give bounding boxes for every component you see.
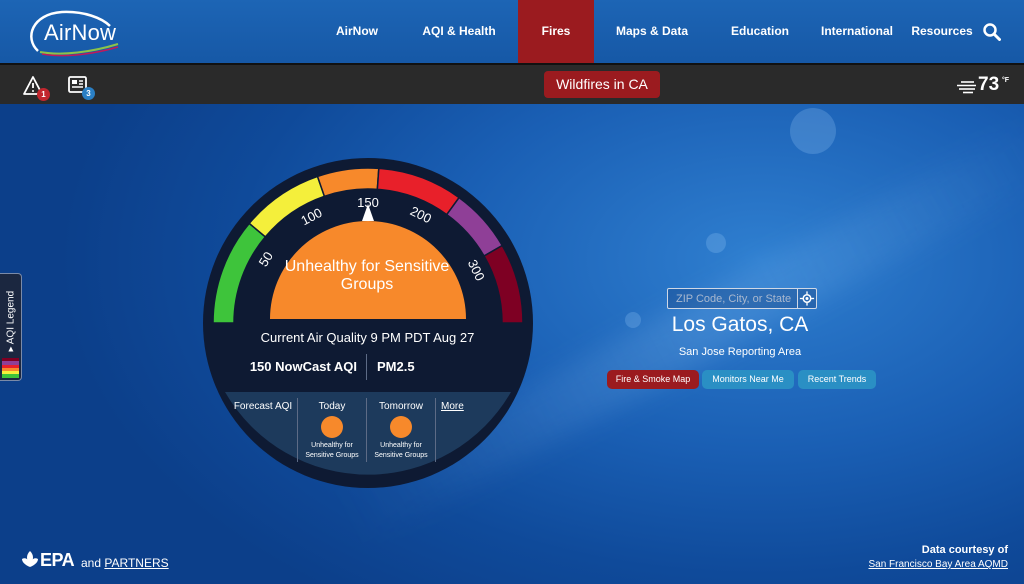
background-lens-flare bbox=[706, 233, 726, 253]
aqi-color-strip bbox=[2, 358, 19, 378]
aqi-legend-tab[interactable]: ▸ AQI Legend bbox=[0, 273, 22, 381]
partners-link[interactable]: PARTNERS bbox=[104, 556, 168, 570]
location-city: Los Gatos, CA bbox=[671, 313, 809, 336]
nowcast-aqi-value: 150 NowCast AQI bbox=[249, 359, 357, 374]
epa-partners: and PARTNERS bbox=[81, 556, 169, 570]
epa-logo-text[interactable]: EPA bbox=[40, 550, 75, 571]
wind-icon bbox=[957, 81, 976, 94]
nav-education[interactable]: Education bbox=[720, 0, 800, 63]
nav-airnow[interactable]: AirNow bbox=[320, 0, 394, 63]
forecast-tomorrow-dot bbox=[390, 416, 412, 438]
reporting-area: San Jose Reporting Area bbox=[678, 346, 802, 358]
data-courtesy-label: Data courtesy of bbox=[921, 544, 1008, 556]
aqi-legend-text: AQI Legend bbox=[5, 290, 17, 345]
nav-maps-data[interactable]: Maps & Data bbox=[608, 0, 696, 63]
forecast-aqi-label: Forecast AQI bbox=[233, 401, 293, 412]
forecast-today-label: Today bbox=[318, 401, 346, 412]
forecast-tomorrow-category: Unhealthy for Sensitive Groups bbox=[374, 442, 428, 459]
search-icon[interactable] bbox=[983, 23, 1001, 41]
temperature-value: 73 bbox=[978, 74, 1000, 95]
nav-resources[interactable]: Resources bbox=[908, 0, 976, 63]
crosshair-locate-icon[interactable] bbox=[797, 289, 816, 308]
chevron-circle-icon: ▸ bbox=[5, 346, 17, 352]
background-lens-flare bbox=[790, 108, 836, 154]
forecast-today-category: Unhealthy for Sensitive Groups bbox=[305, 442, 359, 459]
gauge-category-label: Unhealthy for Sensitive Groups bbox=[284, 258, 450, 293]
wildfires-button[interactable]: Wildfires in CA bbox=[544, 71, 660, 98]
alerts-bar: 1 3 Wildfires in CA 73 °F bbox=[0, 63, 1024, 104]
current-air-quality-label: Current Air Quality 9 PM PDT Aug 27 bbox=[260, 330, 475, 345]
forecast-today-dot bbox=[321, 416, 343, 438]
fire-smoke-map-button[interactable]: Fire & Smoke Map bbox=[607, 370, 699, 389]
epa-flower-icon bbox=[22, 551, 38, 567]
top-navigation: AirNow AirNow AQI & Health Fires Maps & … bbox=[0, 0, 1024, 63]
nav-aqi-health[interactable]: AQI & Health bbox=[414, 0, 504, 63]
aqi-legend-label: ▸ AQI Legend bbox=[5, 291, 17, 352]
background-lens-flare bbox=[625, 312, 641, 328]
pollutant-name: PM2.5 bbox=[377, 359, 415, 374]
data-courtesy-link[interactable]: San Francisco Bay Area AQMD bbox=[868, 559, 1008, 570]
location-search-input[interactable] bbox=[667, 288, 817, 309]
partners-and-text: and bbox=[81, 556, 102, 570]
nav-fires[interactable]: Fires bbox=[518, 0, 594, 63]
nav-international[interactable]: International bbox=[816, 0, 898, 63]
alerts-count-badge: 1 bbox=[37, 88, 50, 101]
temperature-unit: °F bbox=[1002, 77, 1010, 84]
recent-trends-button[interactable]: Recent Trends bbox=[798, 370, 876, 389]
airnow-logo-text: AirNow bbox=[44, 20, 117, 45]
nowcast-divider bbox=[366, 354, 367, 380]
forecast-more-link[interactable]: More bbox=[441, 401, 464, 412]
forecast-divider bbox=[435, 398, 436, 462]
news-count-badge: 3 bbox=[82, 87, 95, 100]
forecast-tomorrow-label: Tomorrow bbox=[379, 401, 423, 412]
monitors-near-me-button[interactable]: Monitors Near Me bbox=[702, 370, 794, 389]
